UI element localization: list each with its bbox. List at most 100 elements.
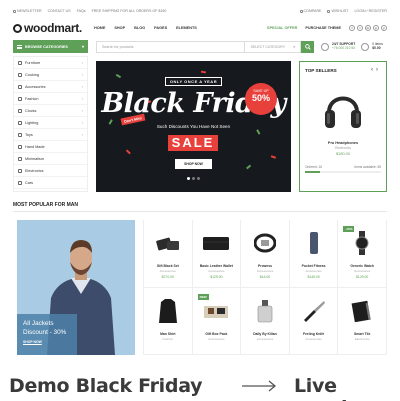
product-price: $129.00 — [356, 275, 369, 279]
top-sellers-widget: TOP SELLERS ‹› Pro Headphones Electronic… — [299, 61, 387, 192]
slider-dot[interactable] — [192, 177, 195, 180]
topbar-link-compare[interactable]: COMPARE — [299, 9, 321, 13]
topbar-link-faq[interactable]: FAQs — [77, 9, 86, 13]
facebook-icon[interactable]: f — [349, 25, 355, 31]
category-item[interactable]: Clocks › — [14, 105, 87, 117]
product-name: Feeling Knife — [302, 331, 325, 336]
product-card[interactable]: Man Shirt Fashion — [144, 287, 193, 355]
product-name: Prowess — [258, 264, 272, 268]
ordered-count: Ordered: 16 — [305, 165, 323, 169]
product-category: Accessories — [256, 269, 274, 273]
top-sellers-title: TOP SELLERS — [305, 67, 337, 73]
product-name[interactable]: Pro Headphones — [305, 141, 381, 145]
menu-icon — [17, 44, 22, 49]
product-card[interactable]: Smart Tile Electronics — [338, 287, 387, 355]
site-logo[interactable]: woodmart. — [13, 21, 82, 35]
lighting-icon — [18, 120, 22, 125]
product-category: Accessories — [305, 336, 322, 341]
promo-banner[interactable]: All Jackets Discount - 30% SHOP NOW — [17, 220, 135, 355]
topbar-link-contact[interactable]: CONTACT US — [48, 9, 71, 13]
search-input[interactable]: Search for products SELECT CATEGORY ▾ — [96, 40, 301, 53]
category-item[interactable]: Cooking › — [14, 69, 87, 81]
product-category: Accessories — [159, 269, 176, 273]
chevron-down-icon: ▾ — [81, 44, 84, 49]
product-card[interactable]: Gift Black Set Accessories $270.00 — [144, 220, 193, 288]
category-select[interactable]: SELECT CATEGORY ▾ — [244, 41, 300, 52]
section-divider — [13, 211, 387, 212]
product-card[interactable]: Prowess Accessories $44.00 — [241, 220, 290, 288]
nav-blog[interactable]: BLOG — [134, 26, 145, 30]
product-grid: Gift Black Set Accessories $270.00 Basic… — [143, 220, 387, 355]
category-item[interactable]: Toys › — [14, 129, 87, 141]
support-phone: +76 000 210 54 — [332, 45, 356, 50]
product-name: Smart Tile — [354, 331, 371, 336]
nav-shop[interactable]: SHOP — [114, 26, 125, 30]
product-card[interactable]: NEW Gift Box Pack Accessories — [192, 287, 242, 355]
cooking-icon — [18, 72, 22, 77]
furniture-icon — [18, 60, 22, 65]
top-bar: NEWSLETTER CONTACT US FAQs FREE SHIPPING… — [13, 6, 387, 16]
new-badge: NEW — [197, 293, 209, 300]
banner-subtitle: Such Discounts You Have Not Seen — [156, 124, 231, 129]
product-card[interactable]: -15% Generic Watch Accessories $129.00 — [338, 220, 387, 288]
product-category: Accessories — [354, 269, 371, 273]
special-offer-link[interactable]: SPECIAL OFFER — [267, 26, 297, 30]
cart-button[interactable]: 0 items $0.00 — [361, 42, 383, 51]
electronics-icon — [18, 168, 22, 173]
nav-home[interactable]: HOME — [94, 26, 105, 30]
chevron-right-icon[interactable]: › — [376, 67, 381, 73]
demo-caption: Demo Black Friday — [9, 375, 203, 397]
slider-dots — [96, 177, 291, 180]
search-button[interactable] — [301, 40, 314, 53]
topbar-link-login[interactable]: LOGIN / REGISTER — [354, 9, 387, 13]
theme-preview-screenshot: NEWSLETTER CONTACT US FAQs FREE SHIPPING… — [13, 6, 387, 355]
arrow-right-icon[interactable] — [241, 378, 277, 394]
product-card[interactable]: Daily By Kilian Accessories — [241, 287, 290, 355]
headphones-image[interactable] — [323, 86, 363, 132]
shirt-icon — [153, 298, 183, 324]
product-card[interactable]: Basic Leather Wallet Accessories $129.00 — [192, 220, 242, 288]
product-category: Accessories — [208, 269, 225, 273]
hero-banner[interactable]: ONLY ONCE A YEAR Black Friday Don't Miss… — [96, 61, 291, 192]
search-placeholder: Search for products — [102, 44, 134, 49]
social-links: f t in p y — [349, 25, 387, 31]
product-price: $44.00 — [259, 275, 271, 279]
category-item[interactable]: Fashion › — [14, 93, 87, 105]
product-card[interactable]: Pocket Fitness Accessories $145.00 — [289, 220, 339, 288]
category-item[interactable]: Hand Made — [14, 141, 87, 153]
category-item[interactable]: Accessories › — [14, 81, 87, 93]
slider-dot[interactable] — [197, 177, 200, 180]
shop-now-button[interactable]: SHOP NOW — [175, 159, 212, 169]
product-price: $270.00 — [161, 275, 174, 279]
purchase-theme-link[interactable]: PURCHASE THEME — [305, 26, 341, 30]
notebook-icon — [347, 298, 377, 324]
live-preview-link[interactable]: Live preview — [294, 375, 400, 401]
category-item[interactable]: Furniture › — [14, 57, 87, 69]
nav-elements[interactable]: ELEMENTS — [176, 26, 197, 30]
category-item[interactable]: Lighting › — [14, 117, 87, 129]
topbar-link-wishlist[interactable]: WISHLIST — [327, 9, 348, 13]
slider-dot[interactable] — [187, 177, 190, 180]
cart-icon — [361, 42, 370, 51]
category-item[interactable]: Cars — [14, 177, 87, 189]
linkedin-icon[interactable]: in — [365, 25, 371, 31]
stock-progress-bar — [305, 171, 381, 173]
car-icon — [18, 180, 22, 185]
product-category: Accessories — [256, 336, 274, 341]
youtube-icon[interactable]: y — [381, 25, 387, 31]
sale-label: SALE — [168, 135, 218, 151]
category-item[interactable]: Minimalism — [14, 153, 87, 165]
product-card[interactable]: Feeling Knife Accessories — [289, 287, 339, 355]
browse-categories-button[interactable]: BROWSE CATEGORIES ▾ — [13, 40, 88, 53]
product-name: Man Shirt — [160, 331, 176, 336]
product-category: Accessories — [208, 336, 225, 341]
twitter-icon[interactable]: t — [357, 25, 363, 31]
available-count: Items available: 65 — [354, 165, 381, 169]
topbar-link-newsletter[interactable]: NEWSLETTER — [13, 9, 42, 13]
promo-shop-now-button[interactable]: SHOP NOW — [23, 340, 71, 345]
nav-pages[interactable]: PAGES — [154, 26, 167, 30]
power-bank-icon — [299, 230, 329, 256]
pinterest-icon[interactable]: p — [373, 25, 379, 31]
category-item[interactable]: Electronics — [14, 165, 87, 177]
main-nav: HOME SHOP BLOG PAGES ELEMENTS — [94, 26, 197, 30]
